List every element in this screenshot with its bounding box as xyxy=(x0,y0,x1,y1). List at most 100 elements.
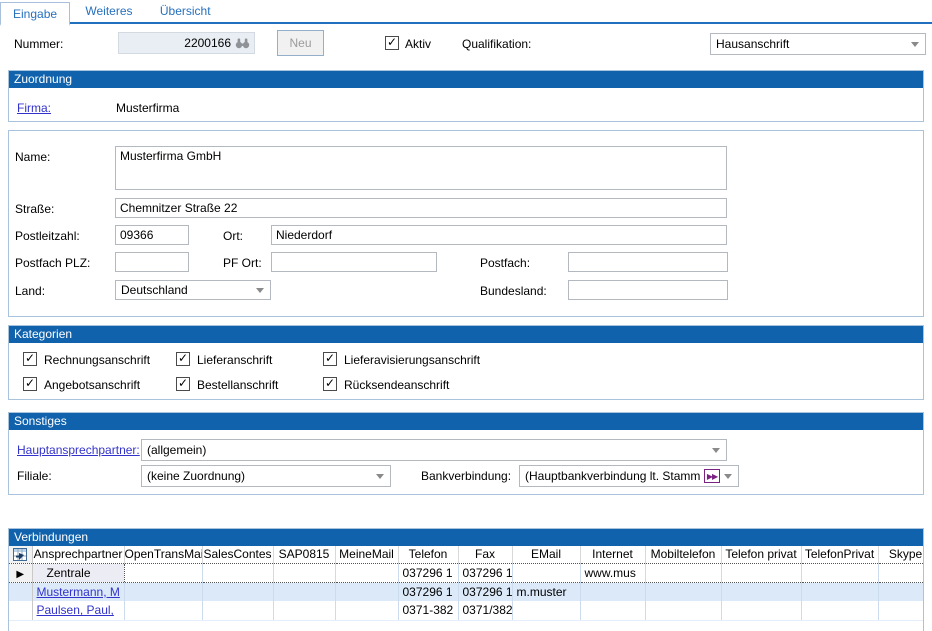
grid-cell[interactable]: Mustermann, M xyxy=(32,582,124,601)
tab-uebersicht[interactable]: Übersicht xyxy=(148,0,223,24)
name-field[interactable]: Musterfirma GmbH xyxy=(115,146,727,190)
grid-cell[interactable] xyxy=(645,563,721,582)
grid-cell[interactable] xyxy=(124,601,202,620)
grid-cell[interactable] xyxy=(202,563,273,582)
grid-cell[interactable] xyxy=(273,601,335,620)
bankverbindung-combo[interactable]: (Hauptbankverbindung lt. Stamm ▶▶ xyxy=(519,465,739,487)
col-meinemail[interactable]: MeineMail xyxy=(335,546,398,563)
tab-weiteres[interactable]: Weiteres xyxy=(73,0,144,24)
check-icon: ✓ xyxy=(325,351,335,365)
angebotsanschrift-checkbox[interactable]: ✓ xyxy=(23,377,37,391)
col-skype[interactable]: Skype xyxy=(878,546,924,563)
col-email[interactable]: EMail xyxy=(512,546,580,563)
grid-cell[interactable]: www.mus xyxy=(580,563,645,582)
neu-button[interactable]: Neu xyxy=(277,30,324,56)
tab-eingabe[interactable]: Eingabe xyxy=(0,2,70,26)
verbindungen-section-header: Verbindungen xyxy=(9,529,923,546)
grid-cell[interactable] xyxy=(202,601,273,620)
col-mobiltelefon[interactable]: Mobiltelefon xyxy=(645,546,721,563)
lieferanschrift-checkbox[interactable]: ✓ xyxy=(176,352,190,366)
grid-cell[interactable] xyxy=(645,601,721,620)
grid-cell[interactable] xyxy=(721,563,801,582)
land-combo[interactable]: Deutschland xyxy=(115,280,271,300)
grid-cell[interactable] xyxy=(124,582,202,601)
pf-ort-field[interactable] xyxy=(271,252,437,272)
postfach-field[interactable] xyxy=(568,252,728,272)
ruecksendeanschrift-checkbox[interactable]: ✓ xyxy=(323,377,337,391)
grid-cell[interactable]: 037296 1 xyxy=(458,582,512,601)
nummer-field[interactable]: 2200166 xyxy=(118,32,255,54)
grid-cell[interactable] xyxy=(801,601,878,620)
col-sap0815[interactable]: SAP0815 xyxy=(273,546,335,563)
grid-row-mustermann[interactable]: Mustermann, M 037296 1 037296 1 m.muster xyxy=(9,582,924,601)
grid-cell[interactable] xyxy=(124,563,202,582)
col-telefonprivat[interactable]: TelefonPrivat xyxy=(801,546,878,563)
contact-address-form: Eingabe Weiteres Übersicht Nummer: 22001… xyxy=(0,0,932,631)
bankverbindung-label: Bankverbindung: xyxy=(421,469,511,483)
firma-link[interactable]: Firma: xyxy=(17,101,51,115)
postfach-plz-field[interactable] xyxy=(115,252,189,272)
grid-cell[interactable] xyxy=(878,601,924,620)
grid-cell[interactable] xyxy=(335,601,398,620)
col-fax[interactable]: Fax xyxy=(458,546,512,563)
ansprechpartner-link[interactable]: Paulsen, Paul, xyxy=(37,603,114,617)
grid-cell[interactable]: 037296 1 xyxy=(398,582,458,601)
col-internet[interactable]: Internet xyxy=(580,546,645,563)
col-salescontes[interactable]: SalesContes xyxy=(202,546,273,563)
filiale-combo[interactable]: (keine Zuordnung) xyxy=(141,465,391,487)
bestellanschrift-checkbox[interactable]: ✓ xyxy=(176,377,190,391)
ansprechpartner-link[interactable]: Mustermann, M xyxy=(37,585,120,599)
grid-cell[interactable] xyxy=(202,582,273,601)
grid-customize-icon[interactable] xyxy=(9,546,32,563)
grid-cell[interactable] xyxy=(273,582,335,601)
open-bankdetail-icon[interactable]: ▶▶ xyxy=(704,469,720,483)
hauptansprechpartner-link[interactable]: Hauptansprechpartner: xyxy=(17,443,140,457)
grid-cell[interactable] xyxy=(335,563,398,582)
aktiv-label: Aktiv xyxy=(405,37,431,51)
search-binoculars-icon[interactable] xyxy=(235,37,250,49)
aktiv-checkbox[interactable]: ✓ xyxy=(385,36,399,50)
grid-cell[interactable] xyxy=(512,601,580,620)
grid-cell[interactable] xyxy=(721,582,801,601)
grid-cell[interactable] xyxy=(580,582,645,601)
land-value: Deutschland xyxy=(121,283,252,297)
check-icon: ✓ xyxy=(387,35,397,49)
qualifikation-value: Hausanschrift xyxy=(716,37,907,51)
bundesland-field[interactable] xyxy=(568,280,728,300)
grid-cell[interactable]: Zentrale xyxy=(32,563,124,582)
grid-cell[interactable] xyxy=(721,601,801,620)
col-ansprechpartner[interactable]: Ansprechpartner xyxy=(32,546,124,563)
grid-row-zentrale[interactable]: ▶ Zentrale 037296 1 037296 1 www.mus xyxy=(9,563,924,582)
col-telefon[interactable]: Telefon xyxy=(398,546,458,563)
grid-cell[interactable]: 0371/382 xyxy=(458,601,512,620)
verbindungen-grid: Ansprechpartner OpenTransMail SalesConte… xyxy=(9,546,924,621)
grid-cell[interactable] xyxy=(878,582,924,601)
grid-cell[interactable] xyxy=(273,563,335,582)
grid-cell[interactable] xyxy=(512,563,580,582)
grid-cell[interactable] xyxy=(801,582,878,601)
zuordnung-section: Zuordnung Firma: Musterfirma xyxy=(8,70,924,122)
nummer-value: 2200166 xyxy=(119,36,235,50)
grid-cell[interactable] xyxy=(580,601,645,620)
hauptansprechpartner-combo[interactable]: (allgemein) xyxy=(141,439,727,461)
col-opentransmail[interactable]: OpenTransMail xyxy=(124,546,202,563)
grid-cell[interactable] xyxy=(801,563,878,582)
ort-field[interactable] xyxy=(271,225,727,245)
grid-cell[interactable] xyxy=(645,582,721,601)
row-indicator: ▶ xyxy=(9,563,32,582)
plz-field[interactable] xyxy=(115,225,189,245)
grid-cell[interactable]: 037296 1 xyxy=(398,563,458,582)
grid-cell[interactable]: m.muster xyxy=(512,582,580,601)
chevron-down-icon xyxy=(712,448,720,453)
qualifikation-combo[interactable]: Hausanschrift xyxy=(710,33,926,55)
lieferavisierungsanschrift-checkbox[interactable]: ✓ xyxy=(323,352,337,366)
grid-cell[interactable]: 037296 1 xyxy=(458,563,512,582)
grid-row-paulsen[interactable]: Paulsen, Paul, 0371-382 0371/382 xyxy=(9,601,924,620)
grid-cell[interactable] xyxy=(335,582,398,601)
strasse-field[interactable] xyxy=(115,198,727,218)
grid-cell[interactable]: 0371-382 xyxy=(398,601,458,620)
grid-cell[interactable]: Paulsen, Paul, xyxy=(32,601,124,620)
rechnungsanschrift-checkbox[interactable]: ✓ xyxy=(23,352,37,366)
grid-cell[interactable] xyxy=(878,563,924,582)
col-telefon-privat[interactable]: Telefon privat xyxy=(721,546,801,563)
